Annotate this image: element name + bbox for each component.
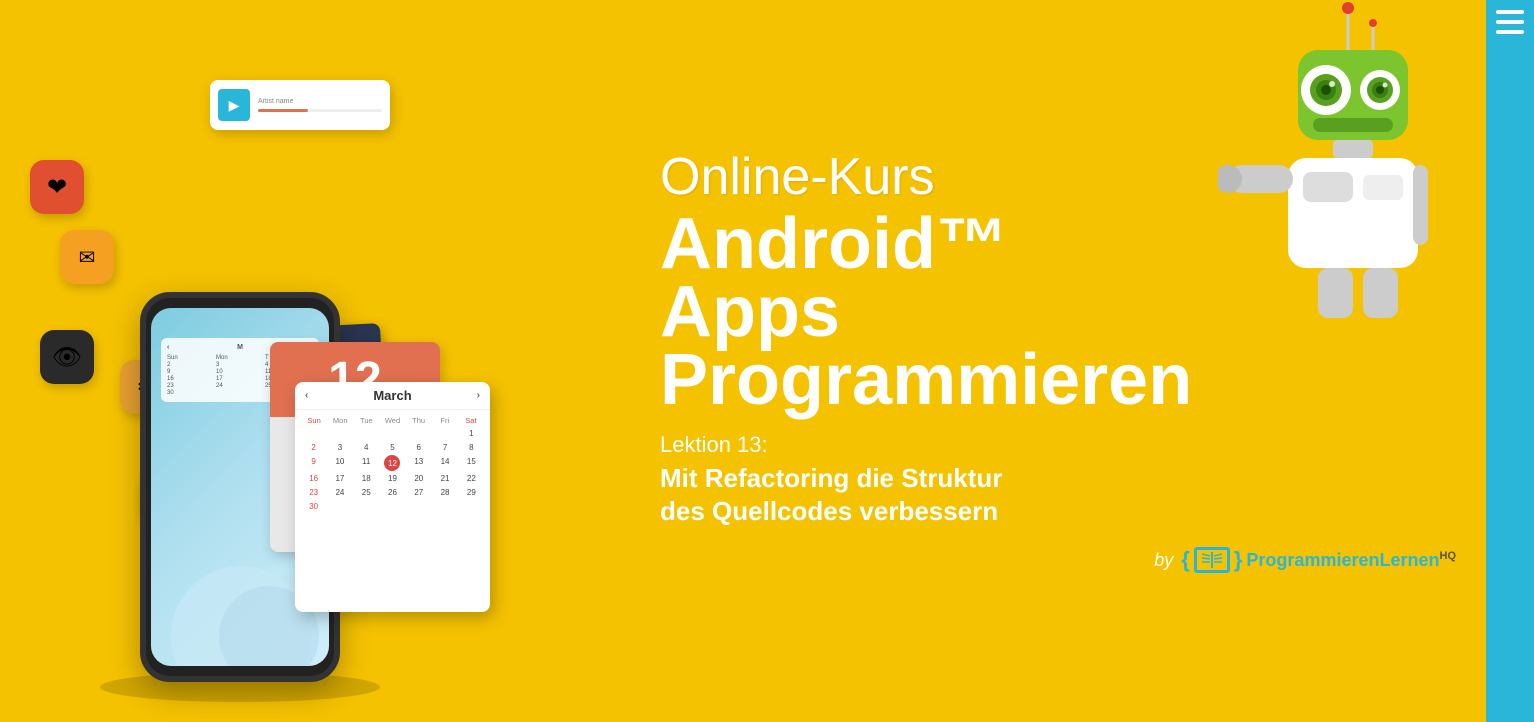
- robot-svg: [1218, 0, 1428, 380]
- eye-icon: 👁: [40, 330, 94, 384]
- cal-day-15: 15: [459, 455, 484, 471]
- day-header-sun: Sun: [301, 414, 327, 427]
- lektion-desc-line1: Mit Refactoring die Struktur: [660, 463, 1002, 493]
- branding-open-bracket: {: [1181, 547, 1190, 573]
- lektion-label: Lektion 13:: [660, 432, 1456, 458]
- branding-hq: HQ: [1440, 550, 1457, 562]
- cal-day-10: 10: [327, 455, 352, 471]
- branding-logo: { } ProgrammierenLernenHQ: [1181, 547, 1456, 573]
- sidebar-line-2: [1496, 20, 1524, 24]
- cal-day-30: 30: [301, 500, 326, 513]
- branding-programmieren: Programmieren: [1246, 550, 1379, 570]
- cal-day-12: 12: [384, 455, 400, 471]
- cal-day-3: 3: [327, 441, 352, 454]
- day-header-sat: Sat: [458, 414, 484, 427]
- branding-area: by { } ProgrammierenLernenH: [660, 547, 1456, 573]
- cal-day-empty-6: ·: [432, 427, 457, 440]
- cal-day-29: 29: [459, 486, 484, 499]
- day-header-thu: Thu: [406, 414, 432, 427]
- calendar-days-header: Sun Mon Tue Wed Thu Fri Sat: [301, 414, 484, 427]
- cal-day-1: 1: [459, 427, 484, 440]
- cal-day-27: 27: [406, 486, 431, 499]
- cal-day-7: 7: [432, 441, 457, 454]
- day-header-wed: Wed: [379, 414, 405, 427]
- calendar-days-grid: · · · · · · 1 2 3 4 5 6 7 8 9 10 11: [301, 427, 484, 513]
- cal-day-22: 22: [459, 472, 484, 485]
- book-svg: [1198, 550, 1226, 570]
- cal-day-6: 6: [406, 441, 431, 454]
- branding-book-icon: [1194, 547, 1230, 573]
- mail-icon: ✉: [60, 230, 114, 284]
- cal-day-23: 23: [301, 486, 326, 499]
- music-progress-fill: [258, 109, 308, 112]
- cal-day-13: 13: [406, 455, 431, 471]
- music-title: Artist name: [258, 98, 382, 105]
- cal-day-empty-4: ·: [380, 427, 405, 440]
- music-card: ▶ Artist name: [210, 80, 390, 130]
- calendar-next-arrow[interactable]: ›: [477, 390, 480, 401]
- cal-day-28: 28: [432, 486, 457, 499]
- branding-lernen: Lernen: [1379, 550, 1439, 570]
- cal-day-11: 11: [354, 455, 379, 471]
- branding-name: ProgrammierenLernenHQ: [1246, 550, 1456, 571]
- cal-day-21: 21: [432, 472, 457, 485]
- cal-day-4: 4: [354, 441, 379, 454]
- cal-day-empty-3: ·: [354, 427, 379, 440]
- phone-cal-prev: ‹: [167, 344, 169, 351]
- main-banner: ❤ ✉ 👁 ⚙ ⚙ 🏅 🎯 ⚙ ▶ Artist name ‹ M › Sun …: [0, 0, 1486, 722]
- heart-icon: ❤: [30, 160, 84, 214]
- robot-container: [1218, 0, 1438, 400]
- phone-cal-month: M: [237, 344, 243, 351]
- cal-day-2: 2: [301, 441, 326, 454]
- lektion-desc-line2: des Quellcodes verbessern: [660, 496, 998, 526]
- calendar-month: March: [373, 388, 411, 403]
- cal-day-empty-2: ·: [327, 427, 352, 440]
- music-progress-bar: [258, 109, 382, 112]
- calendar-prev-arrow[interactable]: ‹: [305, 390, 308, 401]
- sidebar-line-1: [1496, 10, 1524, 14]
- cal-day-17: 17: [327, 472, 352, 485]
- illustration-area: ❤ ✉ 👁 ⚙ ⚙ 🏅 🎯 ⚙ ▶ Artist name ‹ M › Sun …: [0, 0, 640, 722]
- cal-day-8: 8: [459, 441, 484, 454]
- cal-day-14: 14: [432, 455, 457, 471]
- calendar-main: ‹ March › Sun Mon Tue Wed Thu Fri Sat · …: [295, 382, 490, 612]
- cal-day-20: 20: [406, 472, 431, 485]
- cal-day-9: 9: [301, 455, 326, 471]
- music-info: Artist name: [258, 98, 382, 112]
- cal-day-24: 24: [327, 486, 352, 499]
- cal-day-26: 26: [380, 486, 405, 499]
- play-icon: ▶: [218, 89, 250, 121]
- cal-day-19: 19: [380, 472, 405, 485]
- branding-close-bracket: }: [1234, 547, 1243, 573]
- cal-day-18: 18: [354, 472, 379, 485]
- sidebar-line-3: [1496, 30, 1524, 34]
- calendar-grid: Sun Mon Tue Wed Thu Fri Sat · · · · · · …: [295, 410, 490, 517]
- calendar-header: ‹ March ›: [295, 382, 490, 410]
- lektion-desc: Mit Refactoring die Struktur des Quellco…: [660, 462, 1456, 527]
- cal-day-empty-5: ·: [406, 427, 431, 440]
- day-header-fri: Fri: [432, 414, 458, 427]
- cal-day-empty-1: ·: [301, 427, 326, 440]
- sidebar: [1486, 0, 1534, 722]
- day-header-mon: Mon: [327, 414, 353, 427]
- day-header-tue: Tue: [353, 414, 379, 427]
- branding-by: by: [1154, 550, 1173, 571]
- cal-day-25: 25: [354, 486, 379, 499]
- cal-day-5: 5: [380, 441, 405, 454]
- cal-day-16: 16: [301, 472, 326, 485]
